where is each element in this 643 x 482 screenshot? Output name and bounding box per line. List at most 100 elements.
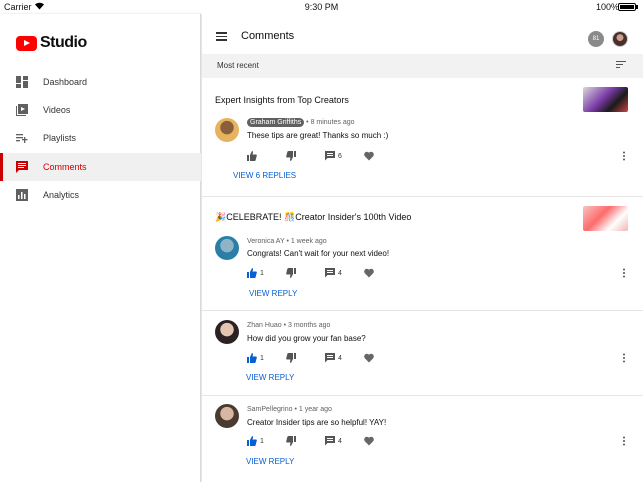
- heart-icon: [364, 151, 374, 161]
- comment-icon: [325, 151, 335, 161]
- thumbs-up-icon: [247, 436, 257, 446]
- divider: [202, 395, 643, 396]
- comment-time: • 1 week ago: [284, 238, 327, 245]
- comments-icon: [16, 161, 28, 173]
- sidebar-item-comments[interactable]: Comments: [0, 153, 201, 181]
- comment-time: • 1 year ago: [292, 406, 332, 413]
- sidebar-item-dashboard[interactable]: Dashboard: [0, 68, 201, 96]
- comment-author[interactable]: Zhan Huao: [247, 322, 282, 329]
- view-replies-link[interactable]: VIEW 6 REPLIES: [233, 171, 296, 180]
- account-avatar[interactable]: [612, 31, 628, 47]
- like-count: 1: [260, 269, 264, 277]
- heart-button[interactable]: [364, 353, 374, 363]
- analytics-icon: [16, 189, 28, 201]
- comment-icon: [325, 436, 335, 446]
- dislike-button[interactable]: [286, 353, 296, 363]
- battery-icon: [618, 3, 636, 11]
- heart-icon: [364, 436, 374, 446]
- like-count: 1: [260, 437, 264, 445]
- clock: 9:30 PM: [304, 2, 339, 12]
- more-options-icon[interactable]: [622, 436, 626, 446]
- video-title[interactable]: Expert Insights from Top Creators: [215, 95, 349, 105]
- comment-author[interactable]: SamPellegrino: [247, 406, 293, 413]
- like-button[interactable]: 1: [247, 353, 264, 363]
- youtube-play-icon: [16, 35, 37, 51]
- like-button[interactable]: 1: [247, 436, 264, 446]
- comments-panel: Comments 81 Most recent Expert Insights …: [202, 14, 643, 482]
- battery-percent: 100%: [596, 2, 620, 12]
- commenter-avatar[interactable]: [215, 404, 239, 428]
- video-title[interactable]: 🎉CELEBRATE! 🎊Creator Insider's 100th Vid…: [215, 212, 411, 223]
- divider: [202, 310, 643, 311]
- status-bar: Carrier 9:30 PM 100%: [0, 0, 643, 14]
- more-options-icon[interactable]: [622, 268, 626, 278]
- sidebar-item-videos[interactable]: Videos: [0, 96, 201, 124]
- sidebar: Studio Dashboard Videos Playlists Commen…: [0, 14, 201, 482]
- commenter-avatar[interactable]: [215, 118, 239, 142]
- comment-text: These tips are great! Thanks so much :): [247, 131, 389, 140]
- reply-count: 4: [338, 269, 342, 277]
- reply-count: 4: [338, 354, 342, 362]
- comment-text: Creator Insider tips are so helpful! YAY…: [247, 418, 387, 427]
- like-button[interactable]: 1: [247, 268, 264, 278]
- playlists-icon: [16, 134, 28, 143]
- reply-count: 4: [338, 437, 342, 445]
- like-button[interactable]: [247, 151, 260, 161]
- more-options-icon[interactable]: [622, 353, 626, 363]
- reply-count: 6: [338, 152, 342, 160]
- sidebar-item-label: Dashboard: [43, 77, 88, 87]
- view-reply-link[interactable]: VIEW REPLY: [246, 457, 294, 466]
- view-reply-link[interactable]: VIEW REPLY: [246, 373, 294, 382]
- sort-bar: Most recent: [202, 54, 643, 78]
- divider: [202, 196, 643, 197]
- comment-time: • 8 minutes ago: [306, 119, 355, 126]
- dashboard-icon: [16, 76, 28, 88]
- commenter-avatar[interactable]: [215, 236, 239, 260]
- sidebar-item-label: Analytics: [43, 190, 80, 200]
- thumbs-up-icon: [247, 353, 257, 363]
- dislike-button[interactable]: [286, 436, 296, 446]
- notification-badge[interactable]: 81: [588, 31, 604, 47]
- comment-author[interactable]: Graham Griffiths: [247, 118, 305, 127]
- heart-button[interactable]: [364, 436, 374, 446]
- sidebar-item-label: Comments: [43, 162, 87, 172]
- heart-button[interactable]: [364, 268, 374, 278]
- sidebar-item-playlists[interactable]: Playlists: [0, 124, 201, 152]
- top-bar: Comments 81: [202, 14, 643, 54]
- more-options-icon[interactable]: [622, 151, 626, 161]
- logo-text: Studio: [40, 34, 87, 51]
- thumbs-up-icon: [247, 151, 257, 161]
- reply-button[interactable]: 4: [325, 268, 342, 278]
- hamburger-menu-icon[interactable]: [216, 32, 227, 41]
- sidebar-item-analytics[interactable]: Analytics: [0, 181, 201, 209]
- heart-icon: [364, 353, 374, 363]
- sort-label: Most recent: [217, 61, 259, 70]
- comment-text: How did you grow your fan base?: [247, 334, 366, 343]
- sidebar-item-label: Videos: [43, 105, 71, 115]
- videos-icon: [16, 104, 28, 116]
- studio-logo[interactable]: Studio: [16, 34, 87, 52]
- thumbs-down-icon: [286, 436, 296, 446]
- thumbs-up-icon: [247, 268, 257, 278]
- thumbs-down-icon: [286, 151, 296, 161]
- thumbs-down-icon: [286, 268, 296, 278]
- reply-button[interactable]: 4: [325, 353, 342, 363]
- reply-button[interactable]: 4: [325, 436, 342, 446]
- thumbs-down-icon: [286, 353, 296, 363]
- comment-text: Congrats! Can't wait for your next video…: [247, 249, 390, 258]
- comment-time: • 3 months ago: [281, 322, 331, 329]
- video-thumbnail[interactable]: [583, 87, 628, 112]
- comment-icon: [325, 268, 335, 278]
- video-thumbnail[interactable]: [583, 206, 628, 231]
- commenter-avatar[interactable]: [215, 320, 239, 344]
- dislike-button[interactable]: [286, 268, 296, 278]
- heart-button[interactable]: [364, 151, 374, 161]
- dislike-button[interactable]: [286, 151, 296, 161]
- like-count: 1: [260, 354, 264, 362]
- view-reply-link[interactable]: VIEW REPLY: [249, 289, 297, 298]
- reply-button[interactable]: 6: [325, 151, 342, 161]
- comment-icon: [325, 353, 335, 363]
- sort-icon[interactable]: [616, 61, 626, 69]
- sidebar-item-label: Playlists: [43, 133, 77, 143]
- comment-author[interactable]: Veronica AY: [247, 238, 285, 245]
